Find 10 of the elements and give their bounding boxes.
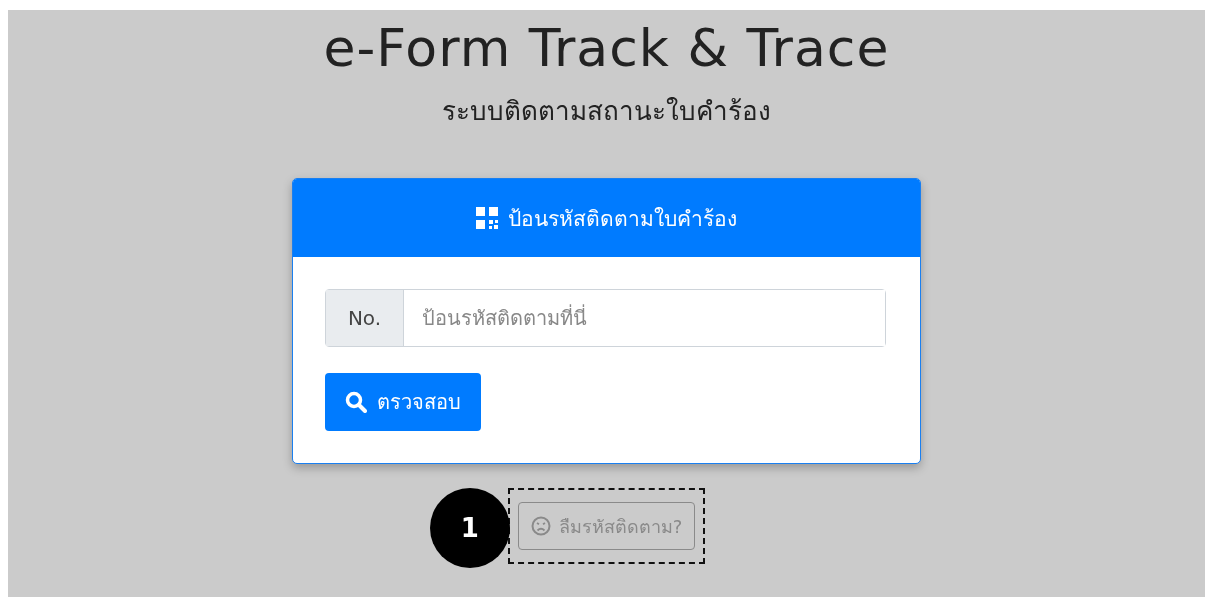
check-button[interactable]: ตรวจสอบ — [325, 373, 481, 431]
search-icon — [345, 391, 367, 413]
tracking-input-group[interactable]: No. ป้อนรหัสติดตามที่นี่ — [325, 289, 886, 347]
card-title: ป้อนรหัสติดตามใบคำร้อง — [508, 205, 737, 233]
sad-face-icon — [530, 516, 551, 536]
input-prefix: No. — [326, 290, 404, 346]
qr-code-icon — [476, 207, 498, 229]
page-title: e-Form Track & Trace — [323, 17, 890, 80]
page-subtitle: ระบบติดตามสถานะใบคำร้อง — [442, 95, 771, 128]
step-number-badge: 1 — [429, 488, 510, 568]
